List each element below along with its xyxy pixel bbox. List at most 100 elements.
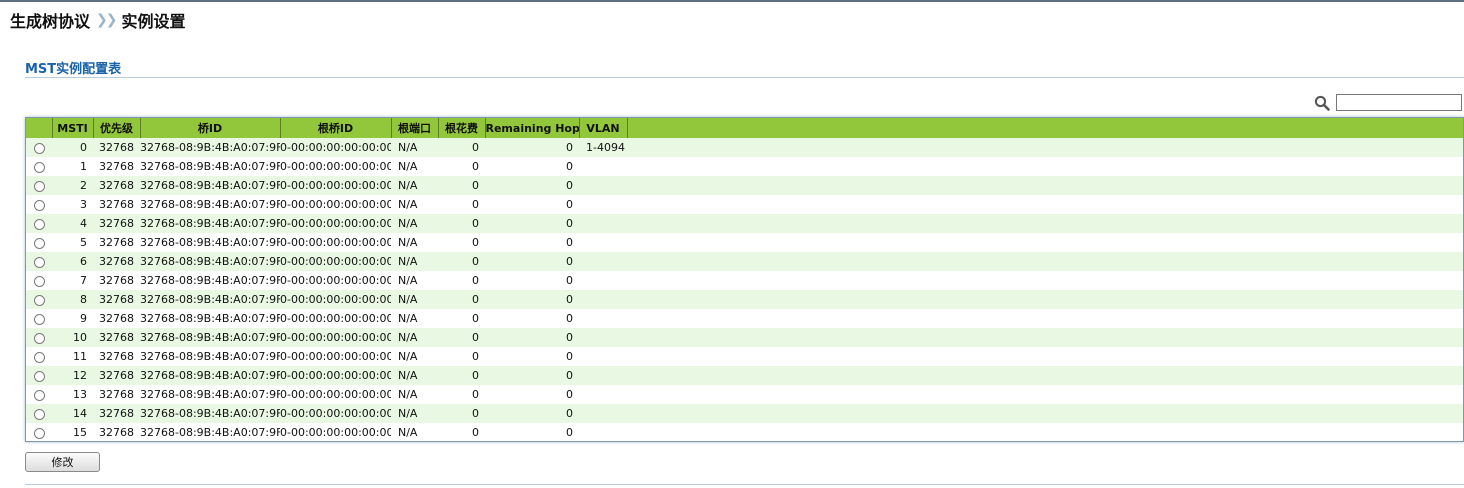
priority-cell: 32768 bbox=[99, 179, 134, 192]
filler-cell bbox=[627, 290, 1463, 309]
priority-cell: 32768 bbox=[99, 141, 134, 154]
row-select-radio[interactable] bbox=[33, 256, 45, 268]
row-select-radio[interactable] bbox=[33, 237, 45, 249]
breadcrumb: 生成树协议 ❯❯ 实例设置 bbox=[10, 9, 186, 31]
table-row[interactable]: 4 32768 32768-08:9B:4B:A0:07:9F 0-00:00:00:… bbox=[26, 214, 1463, 233]
root-port-cell: N/A bbox=[398, 160, 418, 173]
root-port-cell: N/A bbox=[398, 407, 418, 420]
remaining-hop-cell: 0 bbox=[566, 141, 573, 154]
priority-cell: 32768 bbox=[99, 388, 134, 401]
row-select-cell bbox=[26, 214, 52, 233]
priority-cell: 32768 bbox=[99, 236, 134, 249]
bridge-id-cell: 32768-08:9B:4B:A0:07:9F bbox=[140, 350, 280, 363]
msti-cell: 2 bbox=[80, 179, 87, 192]
table-row[interactable]: 8 32768 32768-08:9B:4B:A0:07:9F 0-00:00:00:… bbox=[26, 290, 1463, 309]
root-bridge-id-cell: 0-00:00:00:00:00:00 bbox=[280, 312, 391, 325]
row-select-cell bbox=[26, 309, 52, 328]
remaining-hop-cell: 0 bbox=[566, 274, 573, 287]
table-row[interactable]: 9 32768 32768-08:9B:4B:A0:07:9F 0-00:00:00:… bbox=[26, 309, 1463, 328]
remaining-hop-cell: 0 bbox=[566, 369, 573, 382]
row-select-radio[interactable] bbox=[33, 389, 45, 401]
root-port-cell: N/A bbox=[398, 274, 418, 287]
table-row[interactable]: 3 32768 32768-08:9B:4B:A0:07:9F 0-00:00:00:… bbox=[26, 195, 1463, 214]
modify-button[interactable]: 修改 bbox=[25, 452, 100, 472]
table-row[interactable]: 12 32768 32768-08:9B:4B:A0:07:9F 0-00:00:00… bbox=[26, 366, 1463, 385]
vlan-cell bbox=[579, 157, 627, 176]
breadcrumb-parent[interactable]: 生成树协议 bbox=[10, 8, 90, 32]
bridge-id-cell: 32768-08:9B:4B:A0:07:9F bbox=[140, 312, 280, 325]
table-row[interactable]: 10 32768 32768-08:9B:4B:A0:07:9F 0-00:00:00… bbox=[26, 328, 1463, 347]
remaining-hop-cell: 0 bbox=[566, 179, 573, 192]
root-cost-cell: 0 bbox=[472, 274, 479, 287]
bridge-id-cell: 32768-08:9B:4B:A0:07:9F bbox=[140, 236, 280, 249]
search-icon[interactable] bbox=[1314, 95, 1330, 111]
root-port-cell: N/A bbox=[398, 255, 418, 268]
section-divider bbox=[25, 77, 1464, 78]
table-row[interactable]: 14 32768 32768-08:9B:4B:A0:07:9F 0-00:00:00… bbox=[26, 404, 1463, 423]
filler-cell bbox=[627, 157, 1463, 176]
vlan-cell bbox=[579, 195, 627, 214]
row-select-cell bbox=[26, 423, 52, 441]
root-cost-cell: 0 bbox=[472, 160, 479, 173]
row-select-radio[interactable] bbox=[33, 218, 45, 230]
column-header-remaining-hop: Remaining Hop bbox=[485, 118, 580, 138]
root-port-cell: N/A bbox=[398, 236, 418, 249]
row-select-radio[interactable] bbox=[33, 408, 45, 420]
vlan-cell bbox=[579, 366, 627, 385]
table-row[interactable]: 5 32768 32768-08:9B:4B:A0:07:9F 0-00:00:00:… bbox=[26, 233, 1463, 252]
msti-cell: 0 bbox=[80, 141, 87, 154]
table-row[interactable]: 7 32768 32768-08:9B:4B:A0:07:9F 0-00:00:00:… bbox=[26, 271, 1463, 290]
bridge-id-cell: 32768-08:9B:4B:A0:07:9F bbox=[140, 198, 280, 211]
row-select-cell bbox=[26, 252, 52, 271]
section-title: MST实例配置表 bbox=[25, 62, 122, 77]
root-bridge-id-cell: 0-00:00:00:00:00:00 bbox=[280, 179, 391, 192]
table-row[interactable]: 6 32768 32768-08:9B:4B:A0:07:9F 0-00:00:00:… bbox=[26, 252, 1463, 271]
row-select-radio[interactable] bbox=[33, 351, 45, 363]
root-port-cell: N/A bbox=[398, 369, 418, 382]
row-select-radio[interactable] bbox=[33, 332, 45, 344]
vlan-cell bbox=[579, 423, 627, 441]
column-header-msti: MSTI bbox=[52, 118, 94, 138]
table-row[interactable]: 2 32768 32768-08:9B:4B:A0:07:9F 0-00:00:00:… bbox=[26, 176, 1463, 195]
row-select-radio[interactable] bbox=[33, 180, 45, 192]
root-bridge-id-cell: 0-00:00:00:00:00:00 bbox=[280, 369, 391, 382]
row-select-radio[interactable] bbox=[33, 370, 45, 382]
priority-cell: 32768 bbox=[99, 198, 134, 211]
row-select-radio[interactable] bbox=[33, 427, 45, 439]
row-select-radio[interactable] bbox=[33, 294, 45, 306]
row-select-radio[interactable] bbox=[33, 142, 45, 154]
table-row[interactable]: 15 32768 32768-08:9B:4B:A0:07:9F 0-00:00:00… bbox=[26, 423, 1463, 441]
bridge-id-cell: 32768-08:9B:4B:A0:07:9F bbox=[140, 369, 280, 382]
table-row[interactable]: 13 32768 32768-08:9B:4B:A0:07:9F 0-00:00:00… bbox=[26, 385, 1463, 404]
root-cost-cell: 0 bbox=[472, 350, 479, 363]
root-bridge-id-cell: 0-00:00:00:00:00:00 bbox=[280, 388, 391, 401]
column-header-root-bridge-id: 根桥ID bbox=[280, 118, 392, 138]
remaining-hop-cell: 0 bbox=[566, 350, 573, 363]
row-select-radio[interactable] bbox=[33, 199, 45, 211]
remaining-hop-cell: 0 bbox=[566, 331, 573, 344]
filler-cell bbox=[627, 385, 1463, 404]
column-header-root-cost: 根花费 bbox=[438, 118, 486, 138]
row-select-radio[interactable] bbox=[33, 313, 45, 325]
search-input[interactable] bbox=[1336, 94, 1462, 111]
filler-cell bbox=[627, 195, 1463, 214]
root-cost-cell: 0 bbox=[472, 255, 479, 268]
root-bridge-id-cell: 0-00:00:00:00:00:00 bbox=[280, 350, 391, 363]
root-cost-cell: 0 bbox=[472, 198, 479, 211]
root-bridge-id-cell: 0-00:00:00:00:00:00 bbox=[280, 407, 391, 420]
table-row[interactable]: 11 32768 32768-08:9B:4B:A0:07:9F 0-00:00:00… bbox=[26, 347, 1463, 366]
remaining-hop-cell: 0 bbox=[566, 217, 573, 230]
bottom-divider bbox=[25, 484, 1464, 485]
msti-cell: 12 bbox=[73, 369, 87, 382]
row-select-radio[interactable] bbox=[33, 275, 45, 287]
root-cost-cell: 0 bbox=[472, 369, 479, 382]
vlan-cell bbox=[579, 252, 627, 271]
vlan-cell bbox=[579, 290, 627, 309]
msti-cell: 6 bbox=[80, 255, 87, 268]
row-select-radio[interactable] bbox=[33, 161, 45, 173]
mst-instance-table: MSTI 优先级 桥ID 根桥ID 根端口 根花费 Remaining Hop … bbox=[25, 117, 1464, 442]
priority-cell: 32768 bbox=[99, 369, 134, 382]
msti-cell: 4 bbox=[80, 217, 87, 230]
table-row[interactable]: 1 32768 32768-08:9B:4B:A0:07:9F 0-00:00:00:… bbox=[26, 157, 1463, 176]
table-row[interactable]: 0 32768 32768-08:9B:4B:A0:07:9F 0-00:00:00:… bbox=[26, 138, 1463, 157]
